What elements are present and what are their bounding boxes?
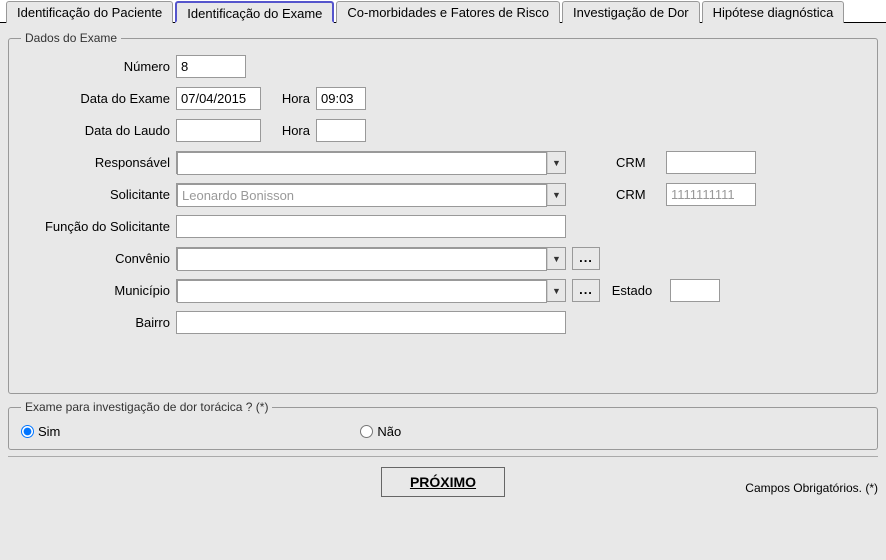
data-laudo-input[interactable]: [176, 119, 261, 142]
radio-sim-label: Sim: [38, 424, 60, 439]
label-municipio: Município: [21, 283, 176, 298]
tab-comorbidades[interactable]: Co-morbidades e Fatores de Risco: [336, 1, 560, 23]
label-crm-solicitante: CRM: [616, 187, 666, 202]
label-convenio: Convênio: [21, 251, 176, 266]
tab-investigacao-dor[interactable]: Investigação de Dor: [562, 1, 700, 23]
fieldset-investigacao-dor: Exame para investigação de dor torácica …: [8, 400, 878, 450]
convenio-combo[interactable]: ▼: [176, 247, 566, 270]
label-hora-exame: Hora: [261, 91, 316, 106]
solicitante-combo[interactable]: ▼: [176, 183, 566, 206]
chevron-down-icon[interactable]: ▼: [547, 280, 565, 301]
radio-sim[interactable]: Sim: [21, 424, 60, 439]
chevron-down-icon[interactable]: ▼: [547, 184, 565, 205]
convenio-ellipsis-button[interactable]: ...: [572, 247, 600, 270]
crm-responsavel-input[interactable]: [666, 151, 756, 174]
legend-dados-exame: Dados do Exame: [21, 31, 121, 45]
label-solicitante: Solicitante: [21, 187, 176, 202]
municipio-ellipsis-button[interactable]: ...: [572, 279, 600, 302]
label-numero: Número: [21, 59, 176, 74]
label-funcao-solicitante: Função do Solicitante: [21, 219, 176, 234]
hora-exame-input[interactable]: [316, 87, 366, 110]
tab-hipotese-diagnostica[interactable]: Hipótese diagnóstica: [702, 1, 845, 23]
required-fields-note: Campos Obrigatórios. (*): [745, 481, 878, 495]
radio-sim-input[interactable]: [21, 425, 34, 438]
label-bairro: Bairro: [21, 315, 176, 330]
label-estado: Estado: [600, 283, 670, 298]
hora-laudo-input[interactable]: [316, 119, 366, 142]
proximo-button[interactable]: PRÓXIMO: [381, 467, 505, 497]
chevron-down-icon[interactable]: ▼: [547, 152, 565, 173]
radio-nao-input[interactable]: [360, 425, 373, 438]
funcao-solicitante-input[interactable]: [176, 215, 566, 238]
tab-identificacao-paciente[interactable]: Identificação do Paciente: [6, 1, 173, 23]
bairro-input[interactable]: [176, 311, 566, 334]
responsavel-input[interactable]: [177, 152, 547, 175]
responsavel-combo[interactable]: ▼: [176, 151, 566, 174]
radio-nao[interactable]: Não: [360, 424, 401, 439]
convenio-input[interactable]: [177, 248, 547, 271]
numero-input[interactable]: [176, 55, 246, 78]
label-responsavel: Responsável: [21, 155, 176, 170]
solicitante-input[interactable]: [177, 184, 547, 207]
estado-input[interactable]: [670, 279, 720, 302]
label-data-exame: Data do Exame: [21, 91, 176, 106]
fieldset-dados-exame: Dados do Exame Número Data do Exame Hora…: [8, 31, 878, 394]
label-hora-laudo: Hora: [261, 123, 316, 138]
crm-solicitante-input[interactable]: [666, 183, 756, 206]
label-data-laudo: Data do Laudo: [21, 123, 176, 138]
tab-identificacao-exame[interactable]: Identificação do Exame: [175, 1, 334, 23]
label-crm-responsavel: CRM: [616, 155, 666, 170]
radio-nao-label: Não: [377, 424, 401, 439]
legend-investigacao-dor: Exame para investigação de dor torácica …: [21, 400, 272, 414]
separator: [8, 456, 878, 457]
municipio-input[interactable]: [177, 280, 547, 303]
data-exame-input[interactable]: [176, 87, 261, 110]
chevron-down-icon[interactable]: ▼: [547, 248, 565, 269]
municipio-combo[interactable]: ▼: [176, 279, 566, 302]
